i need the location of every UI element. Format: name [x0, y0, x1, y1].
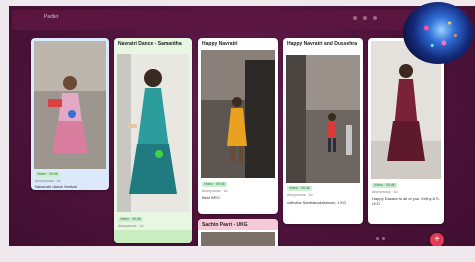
top-bar: Padlet — [12, 10, 467, 30]
post-card[interactable]: Video · 00:46 Anonymous · 1d Happy Dasar… — [368, 38, 444, 224]
post-card[interactable]: Video · 00:46 Anonymous · 1d Navaratri d… — [31, 38, 109, 190]
scroll-dot — [376, 237, 379, 240]
child-photo — [117, 54, 189, 212]
post-thumbnail[interactable] — [286, 55, 360, 183]
post-caption: Happy Dasara to all of you, Krithy A S, … — [372, 196, 440, 206]
video-badge: Video · 00:46 — [35, 172, 60, 177]
scroll-indicator — [376, 237, 385, 240]
child-photo — [201, 50, 275, 178]
video-badge: Video · 00:46 — [118, 217, 143, 222]
post-thumbnail[interactable] — [34, 41, 106, 169]
post-author: Anonymous · 1d — [35, 179, 61, 183]
window-frame-top — [0, 0, 475, 6]
share-icon[interactable] — [353, 16, 357, 20]
post-card[interactable]: Navratri Dance - Samantha Video · 00:46 … — [114, 38, 192, 243]
child-photo — [286, 55, 360, 183]
post-title: Happy Navratri — [202, 41, 238, 47]
post-author: Anonymous · 1d — [202, 189, 228, 193]
post-title: Sachin Pavri - UKG — [202, 222, 248, 228]
webcam-overlay — [403, 2, 473, 64]
child-photo — [34, 41, 106, 169]
post-title: Navratri Dance - Samantha — [118, 41, 182, 47]
video-badge: Video · 00:46 — [372, 183, 397, 188]
post-caption: Navaratri dance festival — [35, 184, 77, 189]
post-thumbnail[interactable] — [201, 50, 275, 178]
scroll-dot — [382, 237, 385, 240]
card-footer — [114, 230, 192, 243]
video-badge: Video · 00:46 — [202, 182, 227, 187]
post-caption: vidhvika Santhanakrishnan, 1 KG — [287, 200, 347, 205]
post-author: Anonymous · 1d — [118, 224, 144, 228]
video-badge: Video · 00:46 — [287, 186, 312, 191]
settings-icon[interactable] — [363, 16, 367, 20]
more-icon[interactable] — [373, 16, 377, 20]
post-thumbnail[interactable] — [117, 54, 189, 212]
post-card[interactable]: Sachin Pavri - UKG — [198, 219, 278, 249]
topbar-icons — [353, 16, 377, 20]
post-title: Happy Navratri and Dussehra — [287, 41, 358, 47]
add-post-button[interactable]: + — [430, 233, 444, 247]
post-author: Anonymous · 1d — [287, 193, 313, 197]
post-author: Anonymous · 1d — [372, 190, 398, 194]
post-caption: Best BRO — [202, 195, 220, 200]
window-frame-left — [0, 0, 9, 262]
window-frame-bottom — [0, 246, 475, 262]
post-card[interactable]: Happy Navratri Video · 00:46 Anonymous ·… — [198, 38, 278, 214]
post-card[interactable]: Happy Navratri and Dussehra Video · 00:4… — [283, 38, 363, 224]
page-title: Padlet — [44, 14, 59, 20]
